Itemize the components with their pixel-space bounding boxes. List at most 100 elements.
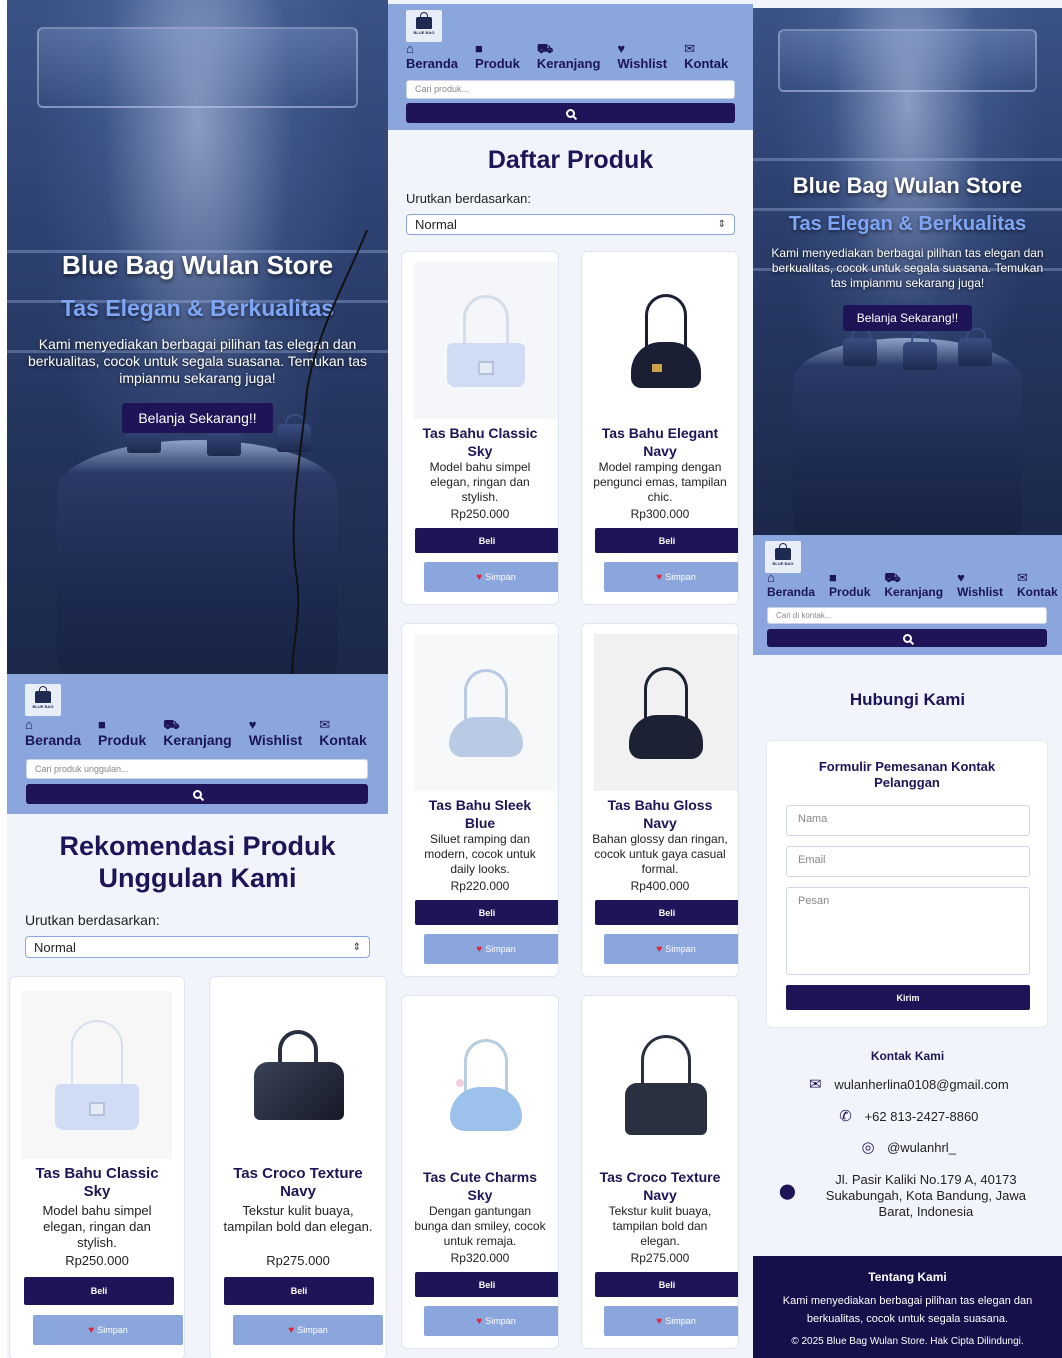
- cart-icon: ⛟: [536, 41, 554, 56]
- product-description: Dengan gantungan bunga dan smiley, cocok…: [414, 1204, 546, 1248]
- nav-item-kontak[interactable]: ✉ Kontak: [684, 41, 728, 72]
- product-price: Rp220.000: [450, 879, 510, 893]
- main-nav: ⌂ Beranda ■ Produk ⛟ Keranjang ♥ Wishlist ✉ K…: [25, 717, 367, 749]
- contact-phone[interactable]: ✆ +62 813-2427-8860: [753, 1109, 1062, 1124]
- buy-button[interactable]: Beli: [24, 1277, 174, 1305]
- heart-icon: ♥: [476, 943, 483, 955]
- save-button[interactable]: ♥ Simpan: [233, 1315, 383, 1345]
- product-price: Rp250.000: [65, 1253, 129, 1268]
- buy-button[interactable]: Beli: [595, 528, 738, 553]
- sort-select[interactable]: Normal ⇕: [25, 936, 370, 958]
- product-card: Tas Bahu Classic Sky Model bahu simpel e…: [401, 251, 559, 605]
- buy-button[interactable]: Beli: [224, 1277, 374, 1305]
- nav-item-kontak[interactable]: ✉ Kontak: [1017, 571, 1058, 600]
- product-description: Tekstur kulit buaya, tampilan bold dan e…: [608, 1204, 712, 1248]
- contact-email[interactable]: ✉ wulanherlina0108@gmail.com: [753, 1077, 1062, 1092]
- hero-ceiling: [37, 26, 358, 108]
- search-input[interactable]: Cari di kontak...: [767, 607, 1047, 624]
- cart-icon: ⛟: [884, 570, 901, 585]
- sort-value: Normal: [34, 939, 76, 955]
- product-image: [22, 991, 172, 1159]
- product-name: Tas Bahu Classic Sky: [35, 1165, 159, 1200]
- heart-icon: ♥: [656, 571, 663, 583]
- product-card: Tas Cute Charms Sky Dengan gantungan bun…: [401, 995, 559, 1349]
- nav-label: Wishlist: [617, 56, 668, 71]
- contact-instagram-text: @wulanhrl_: [887, 1140, 956, 1155]
- site-header: BLUE BAG ⌂ Beranda ■ Produk ⛟ Keranjang ♥ Wi…: [7, 674, 388, 814]
- catalog-screen: BLUE BAG ⌂ Beranda ■ Produk ⛟ Keranjang ♥ Wi…: [388, 0, 753, 1358]
- product-image: [414, 1006, 558, 1163]
- brand-logo[interactable]: BLUE BAG: [25, 684, 61, 716]
- search-input[interactable]: Cari produk...: [406, 80, 735, 99]
- nav-label: Produk: [829, 585, 871, 599]
- save-button[interactable]: ♥ Simpan: [604, 562, 738, 592]
- save-button[interactable]: ♥ Simpan: [424, 934, 558, 964]
- submit-button[interactable]: Kirim: [786, 985, 1030, 1010]
- save-button[interactable]: ♥ Simpan: [424, 562, 558, 592]
- search-icon: [902, 633, 912, 643]
- buy-button[interactable]: Beli: [415, 1272, 558, 1297]
- chevron-updown-icon: ⇕: [717, 219, 726, 230]
- message-field[interactable]: Pesan: [786, 887, 1030, 975]
- home-icon: ⌂: [25, 717, 33, 732]
- home-icon: ⌂: [767, 570, 775, 585]
- buy-button[interactable]: Beli: [415, 900, 558, 925]
- save-label: Simpan: [97, 1325, 128, 1335]
- save-button[interactable]: ♥ Simpan: [604, 1306, 738, 1336]
- hero-display-table: [56, 440, 339, 674]
- brand-logo[interactable]: BLUE BAG: [406, 10, 442, 42]
- brand-logo[interactable]: BLUE BAG: [765, 541, 801, 573]
- product-price: Rp300.000: [630, 507, 690, 521]
- nav-item-beranda[interactable]: ⌂ Beranda: [25, 717, 81, 749]
- main-nav: ⌂ Beranda ■ Produk ⛟ Keranjang ♥ Wishlist ✉ K…: [767, 570, 1058, 600]
- hero-subtitle: Tas Elegan & Berkualitas: [60, 295, 335, 321]
- product-card: Tas Croco Texture Navy Tekstur kulit bua…: [581, 995, 739, 1349]
- save-button[interactable]: ♥ Simpan: [33, 1315, 183, 1345]
- search-button[interactable]: [26, 784, 368, 804]
- nav-label: Keranjang: [163, 732, 232, 748]
- product-name: Tas Croco Texture Navy: [599, 1169, 721, 1203]
- heart-icon: ♥: [476, 1315, 483, 1327]
- nav-item-wishlist[interactable]: ♥ Wishlist: [957, 571, 1003, 600]
- nav-label: Beranda: [767, 585, 816, 599]
- nav-item-wishlist[interactable]: ♥ Wishlist: [617, 42, 668, 72]
- shop-now-button[interactable]: Belanja Sekarang!!: [122, 403, 273, 433]
- nav-item-produk[interactable]: ■ Produk: [475, 41, 520, 72]
- search-input[interactable]: Cari produk unggulan...: [26, 759, 368, 779]
- save-button[interactable]: ♥ Simpan: [604, 934, 738, 964]
- search-button[interactable]: [406, 103, 735, 123]
- nav-item-beranda[interactable]: ⌂ Beranda: [767, 570, 816, 600]
- section-title: Rekomendasi Produk Unggulan Kami: [59, 831, 336, 893]
- nav-item-produk[interactable]: ■ Produk: [98, 718, 146, 749]
- name-field[interactable]: Nama: [786, 805, 1030, 836]
- buy-button[interactable]: Beli: [595, 900, 738, 925]
- save-button[interactable]: ♥ Simpan: [424, 1306, 558, 1336]
- nav-item-kontak[interactable]: ✉ Kontak: [319, 718, 366, 749]
- heart-icon: ♥: [248, 717, 257, 732]
- product-description: Model ramping dengan pengunci emas, tamp…: [593, 460, 727, 504]
- sort-label: Urutkan berdasarkan:: [25, 912, 160, 928]
- hero-subtitle: Tas Elegan & Berkualitas: [788, 213, 1027, 235]
- buy-button[interactable]: Beli: [595, 1272, 738, 1297]
- bag-icon: ■: [475, 41, 483, 56]
- heart-icon: ♥: [656, 943, 663, 955]
- search-button[interactable]: [767, 629, 1047, 647]
- save-label: Simpan: [297, 1325, 328, 1335]
- mail-icon: ✉: [684, 41, 696, 56]
- nav-item-keranjang[interactable]: ⛟ Keranjang: [163, 718, 232, 749]
- site-header: BLUE BAG ⌂ Beranda ■ Produk ⛟ Keranjang ♥ Wi…: [753, 535, 1062, 655]
- save-label: Simpan: [485, 572, 516, 582]
- instagram-icon: ◎: [861, 1139, 875, 1156]
- shop-now-button[interactable]: Belanja Sekarang!!: [842, 305, 973, 331]
- nav-item-produk[interactable]: ■ Produk: [829, 571, 871, 600]
- nav-item-wishlist[interactable]: ♥ Wishlist: [248, 717, 303, 749]
- sort-select[interactable]: Normal ⇕: [406, 214, 735, 235]
- section-title: Daftar Produk: [487, 146, 654, 174]
- nav-item-keranjang[interactable]: ⛟ Keranjang: [536, 41, 601, 72]
- contact-instagram[interactable]: ◎ @wulanhrl_: [753, 1140, 1062, 1155]
- nav-item-keranjang[interactable]: ⛟ Keranjang: [884, 570, 943, 600]
- nav-item-beranda[interactable]: ⌂ Beranda: [406, 42, 458, 72]
- email-field[interactable]: Email: [786, 846, 1030, 877]
- buy-button[interactable]: Beli: [415, 528, 558, 553]
- home-screen: Blue Bag Wulan Store Tas Elegan & Berkua…: [7, 0, 388, 1358]
